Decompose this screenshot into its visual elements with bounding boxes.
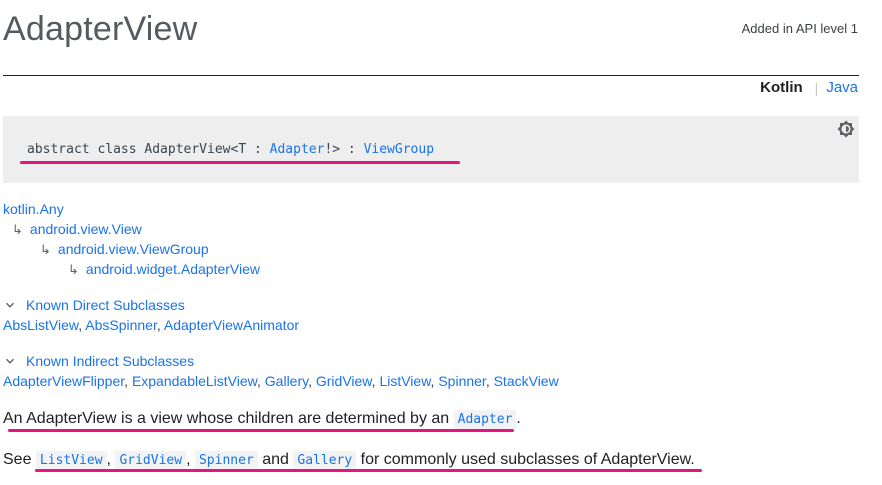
subclass-link[interactable]: StackView: [494, 373, 559, 389]
reference-page: AdapterView Added in API level 1 Kotlin …: [0, 0, 882, 485]
hierarchy-arrow-icon: ↳: [68, 262, 79, 277]
api-level-label: Added in API level 1: [741, 21, 858, 36]
indirect-subclasses-label: Known Indirect Subclasses: [26, 353, 195, 369]
declaration-line: abstract class AdapterView<T : Adapter!>…: [27, 142, 434, 157]
description-period: .: [516, 410, 521, 427]
hierarchy-item-any[interactable]: kotlin.Any: [3, 201, 64, 217]
direct-subclasses-toggle[interactable]: Known Direct Subclasses: [3, 297, 185, 313]
brightness-icon[interactable]: [837, 120, 855, 138]
hierarchy-label: kotlin.Any: [3, 201, 64, 217]
hierarchy-arrow-icon: ↳: [40, 242, 51, 257]
annotation-underline-declaration: [20, 161, 460, 164]
hierarchy-label: android.widget.AdapterView: [85, 261, 260, 277]
subclass-link[interactable]: ExpandableListView: [132, 373, 257, 389]
hierarchy-item-adapterview[interactable]: ↳ android.widget.AdapterView: [68, 261, 260, 278]
subclass-link[interactable]: Gallery: [265, 373, 308, 389]
subclass-link[interactable]: AbsSpinner: [85, 317, 157, 333]
subclass-link[interactable]: AdapterViewFlipper: [3, 373, 124, 389]
page-title: AdapterView: [3, 10, 198, 48]
comma: ,: [106, 451, 111, 468]
gallery-code-link[interactable]: Gallery: [293, 451, 357, 470]
see-end-text: for commonly used subclasses of AdapterV…: [360, 451, 695, 468]
language-separator: |: [814, 79, 819, 96]
direct-subclasses-list: AbsListView, AbsSpinner, AdapterViewAnim…: [3, 317, 300, 333]
tab-java[interactable]: Java: [826, 79, 858, 96]
listview-code-link[interactable]: ListView: [35, 451, 107, 470]
comma: ,: [186, 451, 191, 468]
hierarchy-label: android.view.ViewGroup: [57, 241, 209, 257]
chevron-down-icon: [6, 302, 14, 308]
annotation-underline-description: [8, 429, 514, 432]
indirect-subclasses-list: AdapterViewFlipper, ExpandableListView, …: [3, 373, 559, 389]
adapter-code-link[interactable]: Adapter: [453, 410, 517, 429]
see-text: See: [3, 451, 36, 468]
annotation-underline-see-also: [35, 469, 702, 472]
declaration-middle: !> :: [324, 142, 364, 157]
title-divider: [3, 75, 859, 76]
indirect-subclasses-toggle[interactable]: Known Indirect Subclasses: [3, 353, 194, 369]
adapter-link[interactable]: Adapter: [270, 142, 325, 157]
gridview-code-link[interactable]: GridView: [115, 451, 187, 470]
chevron-down-icon: [6, 358, 14, 364]
declaration-code-block: abstract class AdapterView<T : Adapter!>…: [3, 116, 859, 183]
description-line-1: An AdapterView is a view whose children …: [3, 410, 521, 429]
subclass-link[interactable]: Spinner: [438, 373, 485, 389]
declaration-prefix: abstract class AdapterView<T :: [27, 142, 270, 157]
spinner-code-link[interactable]: Spinner: [194, 451, 258, 470]
subclass-link[interactable]: ListView: [379, 373, 430, 389]
hierarchy-item-view[interactable]: ↳ android.view.View: [12, 221, 142, 238]
hierarchy-label: android.view.View: [29, 221, 142, 237]
description-line-2: See ListView, GridView, Spinner and Gall…: [3, 451, 695, 470]
tab-kotlin[interactable]: Kotlin: [760, 79, 803, 96]
subclass-link[interactable]: AbsListView: [3, 317, 78, 333]
direct-subclasses-label: Known Direct Subclasses: [26, 297, 185, 313]
and-text: and: [262, 451, 289, 468]
hierarchy-item-viewgroup[interactable]: ↳ android.view.ViewGroup: [40, 241, 209, 258]
description-text: An AdapterView is a view whose children …: [3, 410, 454, 427]
hierarchy-arrow-icon: ↳: [12, 222, 23, 237]
subclass-link[interactable]: AdapterViewAnimator: [164, 317, 299, 333]
viewgroup-link[interactable]: ViewGroup: [364, 142, 434, 157]
subclass-link[interactable]: GridView: [316, 373, 372, 389]
language-switch: Kotlin | Java: [760, 79, 858, 96]
